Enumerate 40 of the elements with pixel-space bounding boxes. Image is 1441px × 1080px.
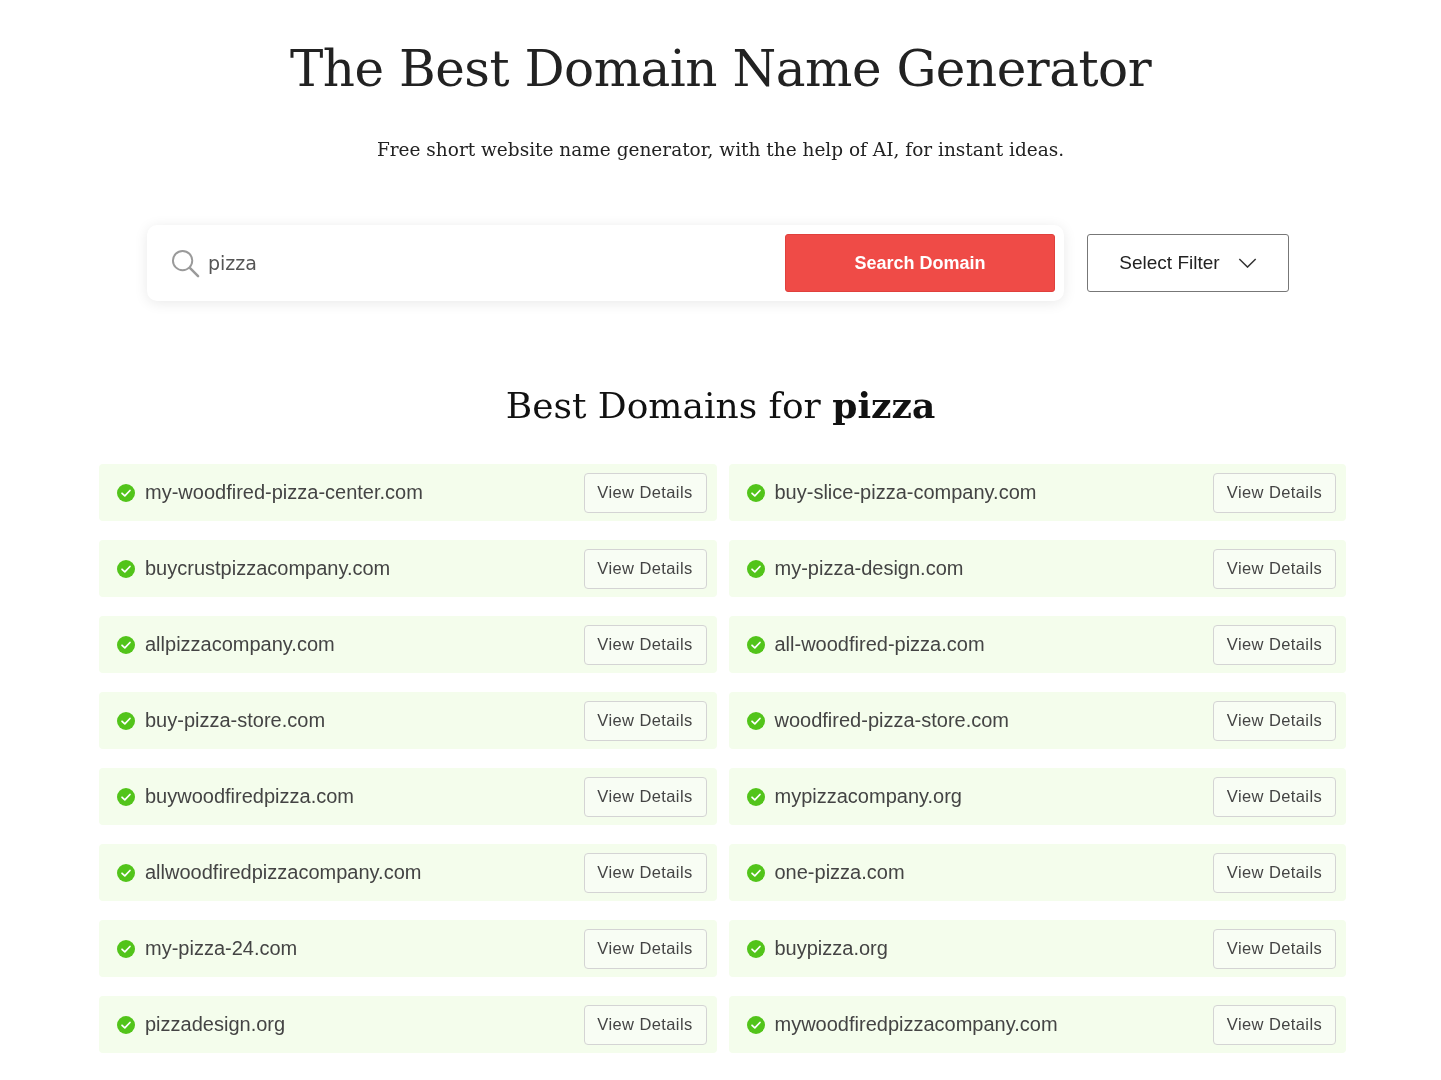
view-details-button[interactable]: View Details (583, 1004, 707, 1045)
domain-name: woodfired-pizza-store.com (774, 709, 1011, 732)
view-details-button[interactable]: View Details (1213, 928, 1336, 969)
domain-name: all-woodfired-pizza.com (774, 633, 986, 656)
view-details-button[interactable]: View Details (1213, 1004, 1336, 1045)
page-title: The Best Domain Name Generator (289, 39, 1152, 100)
results-heading: Best Domains for pizza (505, 383, 936, 428)
domain-name: my-pizza-design.com (774, 557, 965, 580)
view-details-button[interactable]: View Details (583, 928, 707, 969)
view-details-button[interactable]: View Details (583, 548, 707, 589)
domain-name: buy-pizza-store.com (145, 709, 327, 732)
domain-name: mywoodfiredpizzacompany.com (774, 1013, 1059, 1036)
domain-name: allwoodfiredpizzacompany.com (145, 861, 423, 884)
select-filter-dropdown[interactable]: Select Filter (1087, 234, 1289, 292)
search-field[interactable]: pizza (208, 248, 785, 278)
domain-name: buycrustpizzacompany.com (145, 557, 392, 580)
domain-name: pizzadesign.org (145, 1013, 287, 1036)
search-domain-button[interactable]: Search Domain (785, 234, 1055, 292)
view-details-button[interactable]: View Details (583, 700, 707, 741)
domain-name: buypizza.org (774, 937, 889, 960)
view-details-button[interactable]: View Details (583, 852, 707, 893)
view-details-button[interactable]: View Details (1213, 776, 1336, 817)
view-details-button[interactable]: View Details (1213, 624, 1336, 665)
domain-name: allpizzacompany.com (145, 633, 336, 656)
domain-name: buy-slice-pizza-company.com (774, 481, 1038, 504)
view-details-button[interactable]: View Details (1213, 548, 1336, 589)
view-details-button[interactable]: View Details (583, 624, 707, 665)
page-subtitle: Free short website name generator, with the help of AI, for instant ideas. (376, 138, 1065, 162)
view-details-button[interactable]: View Details (1213, 852, 1336, 893)
domain-name: my-woodfired-pizza-center.com (145, 481, 424, 504)
chevron-down-icon (1237, 258, 1257, 268)
search-icon (171, 248, 200, 278)
view-details-button[interactable]: View Details (583, 472, 707, 513)
view-details-button[interactable]: View Details (583, 776, 707, 817)
domain-name: buywoodfiredpizza.com (145, 785, 355, 808)
domain-name: my-pizza-24.com (145, 937, 299, 960)
domain-name: one-pizza.com (774, 861, 906, 884)
view-details-button[interactable]: View Details (1213, 472, 1336, 513)
view-details-button[interactable]: View Details (1213, 700, 1336, 741)
domain-name: mypizzacompany.org (774, 785, 963, 808)
